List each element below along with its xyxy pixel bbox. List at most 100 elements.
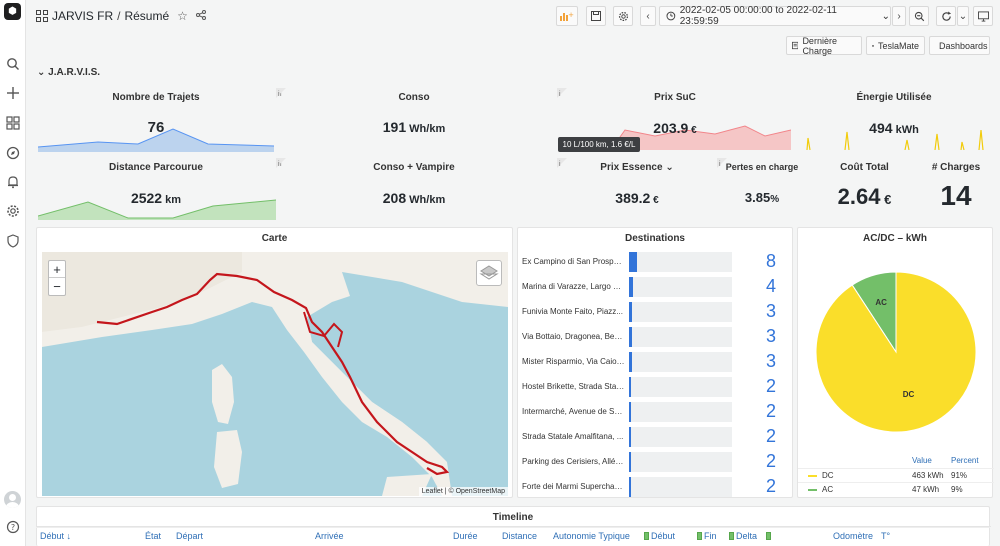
- zoom-out-map-button[interactable]: −: [49, 278, 65, 295]
- acdc-pie-chart[interactable]: AC DC: [814, 270, 978, 434]
- legend-value: 463 kWh: [912, 471, 944, 480]
- refresh-icon: [941, 10, 951, 21]
- legend-swatch: [808, 489, 817, 491]
- server-admin-shield-icon[interactable]: [5, 234, 21, 250]
- topbar: JARVIS FR / Résumé ☆ + ‹ 2022-02-05 00:0…: [26, 0, 1000, 32]
- destination-count: 2: [766, 451, 777, 471]
- destination-row[interactable]: Via Bottaio, Dragonea, Ben... 3: [522, 326, 792, 347]
- destination-row[interactable]: Ex Campino di San Prosper... 8: [522, 251, 792, 272]
- search-icon[interactable]: [5, 57, 21, 73]
- destination-count: 3: [766, 326, 777, 346]
- create-plus-icon[interactable]: [5, 86, 21, 102]
- destination-bar-fill: [629, 352, 633, 372]
- explore-compass-icon[interactable]: [5, 146, 21, 162]
- tv-mode-button[interactable]: [973, 6, 993, 26]
- legend-value: 47 kWh: [912, 485, 940, 494]
- timeline-column-header[interactable]: T°: [881, 531, 890, 541]
- timeline-column-header[interactable]: Début ↓: [40, 531, 71, 541]
- row-collapse-toggle[interactable]: ⌄ J.A.R.V.I.S.: [37, 67, 100, 78]
- chevron-down-icon: ⌄: [37, 67, 49, 78]
- layers-icon: [479, 265, 499, 280]
- destination-row[interactable]: Forte dei Marmi Supercharg... 2: [522, 476, 792, 497]
- destination-row[interactable]: Intermarché, Avenue de Sa... 2: [522, 401, 792, 422]
- stat-panel-conso[interactable]: i Conso 191 Wh/km: [276, 88, 552, 152]
- stat-panel-cout[interactable]: Coût Total 2.64 €: [807, 158, 922, 222]
- timeline-column-header[interactable]: État: [145, 531, 161, 541]
- timeline-column-header[interactable]: Durée: [453, 531, 478, 541]
- destination-row[interactable]: Parking des Cerisiers, Allée... 2: [522, 451, 792, 472]
- timeline-column-header[interactable]: Autonomie Typique: [553, 531, 630, 541]
- column-label: Durée: [453, 531, 478, 541]
- destination-bar-track: [629, 452, 732, 472]
- stat-value: 191 Wh/km: [382, 119, 446, 135]
- destination-row[interactable]: Mister Risparmio, Via Caio ... 3: [522, 351, 792, 372]
- destination-count: 2: [766, 426, 777, 446]
- dashboard-settings-button[interactable]: [613, 6, 633, 26]
- timeline-column-header[interactable]: Odomètre: [833, 531, 873, 541]
- time-back-button[interactable]: ‹: [640, 6, 656, 26]
- add-panel-icon: +: [560, 11, 574, 21]
- save-dashboard-button[interactable]: [586, 6, 606, 26]
- timeline-column-header[interactable]: Fin: [697, 531, 717, 541]
- destination-row[interactable]: Funivia Monte Faito, Piazz... 3: [522, 301, 792, 322]
- timeline-column-header[interactable]: Départ: [176, 531, 203, 541]
- refresh-interval-dropdown[interactable]: ⌄: [957, 6, 969, 26]
- stat-value: 208 Wh/km: [382, 190, 446, 206]
- pie-slice-dc[interactable]: [815, 271, 977, 433]
- prix-essence-tooltip: 10 L/100 km, 1.6 €/L: [558, 137, 640, 152]
- zoom-out-button[interactable]: [909, 6, 929, 26]
- share-icon[interactable]: [195, 9, 206, 23]
- dashboards-icon[interactable]: [5, 116, 21, 132]
- destination-name: Funivia Monte Faito, Piazz...: [522, 307, 623, 316]
- star-icon[interactable]: ☆: [177, 9, 188, 23]
- user-avatar[interactable]: [4, 491, 21, 508]
- timeline-column-header[interactable]: Arrivée: [315, 531, 344, 541]
- timeline-column-header[interactable]: Début: [644, 531, 675, 541]
- alerting-bell-icon[interactable]: [5, 175, 21, 191]
- legend-header-value[interactable]: Value: [912, 456, 932, 465]
- time-range-picker[interactable]: 2022-02-05 00:00:00 to 2022-02-11 23:59:…: [659, 5, 891, 27]
- stat-panel-charges[interactable]: # Charges 14: [922, 158, 990, 222]
- link-teslamate[interactable]: TeslaMate: [866, 36, 925, 55]
- destinations-panel: Destinations Ex Campino di San Prosper..…: [517, 227, 793, 498]
- help-question-icon[interactable]: ?: [5, 520, 21, 536]
- panel-title: Nombre de Trajets: [112, 92, 200, 103]
- map-attribution[interactable]: Leaflet | © OpenStreetMap: [418, 487, 508, 496]
- panel-title[interactable]: Prix Essence ⌄: [557, 162, 717, 173]
- stat-panel-conso-vampire[interactable]: i Conso + Vampire 208 Wh/km: [276, 158, 552, 222]
- destination-name: Mister Risparmio, Via Caio ...: [522, 357, 625, 366]
- link-derniere-charge[interactable]: Dernière Charge: [786, 36, 862, 56]
- folder-title[interactable]: JARVIS FR: [52, 9, 113, 23]
- destination-count: 3: [766, 301, 777, 321]
- stat-panel-trajets[interactable]: Nombre de Trajets 76 i: [36, 88, 282, 152]
- destination-bar-track: [629, 327, 732, 347]
- grafana-logo-icon[interactable]: ⬢: [4, 3, 21, 20]
- zoom-in-button[interactable]: +: [49, 261, 65, 278]
- legend-header: Value Percent: [798, 456, 994, 468]
- column-label: État: [145, 531, 162, 541]
- legend-header-percent[interactable]: Percent: [951, 456, 979, 465]
- destination-row[interactable]: Marina di Varazze, Largo Fi... 4: [522, 276, 792, 297]
- legend-row[interactable]: DC 463 kWh 91%: [798, 468, 994, 482]
- timeline-column-header[interactable]: [766, 531, 773, 541]
- timeline-column-header[interactable]: Distance: [502, 531, 537, 541]
- layers-button[interactable]: [476, 260, 502, 286]
- configuration-gear-icon[interactable]: [5, 204, 21, 220]
- dashboard-title[interactable]: Résumé: [124, 9, 169, 23]
- stat-panel-distance[interactable]: Distance Parcourue 2522 km i: [36, 158, 282, 222]
- timeline-column-header[interactable]: Delta: [729, 531, 757, 541]
- map-view[interactable]: + − Leaflet | © OpenStreetMap: [42, 252, 508, 496]
- add-panel-button[interactable]: +: [556, 6, 578, 26]
- link-dashboards[interactable]: Dashboards: [929, 36, 990, 55]
- time-forward-button[interactable]: ›: [892, 6, 906, 26]
- destination-row[interactable]: Strada Statale Amalfitana, ... 2: [522, 426, 792, 447]
- destination-count: 4: [766, 276, 777, 296]
- stat-panel-energie[interactable]: Énergie Utilisée 494 kWh: [797, 88, 991, 152]
- destination-name: Hostel Brikette, Strada Stat...: [522, 382, 625, 391]
- stat-panel-pertes[interactable]: i Pertes en charge 3.85%: [717, 158, 807, 222]
- refresh-button[interactable]: [936, 6, 956, 26]
- panel-title: Conso: [398, 92, 430, 103]
- destination-row[interactable]: Hostel Brikette, Strada Stat... 2: [522, 376, 792, 397]
- legend-row[interactable]: AC 47 kWh 9%: [798, 482, 994, 496]
- stat-panel-prix-essence[interactable]: i Prix Essence ⌄ 389.2 €: [557, 158, 717, 222]
